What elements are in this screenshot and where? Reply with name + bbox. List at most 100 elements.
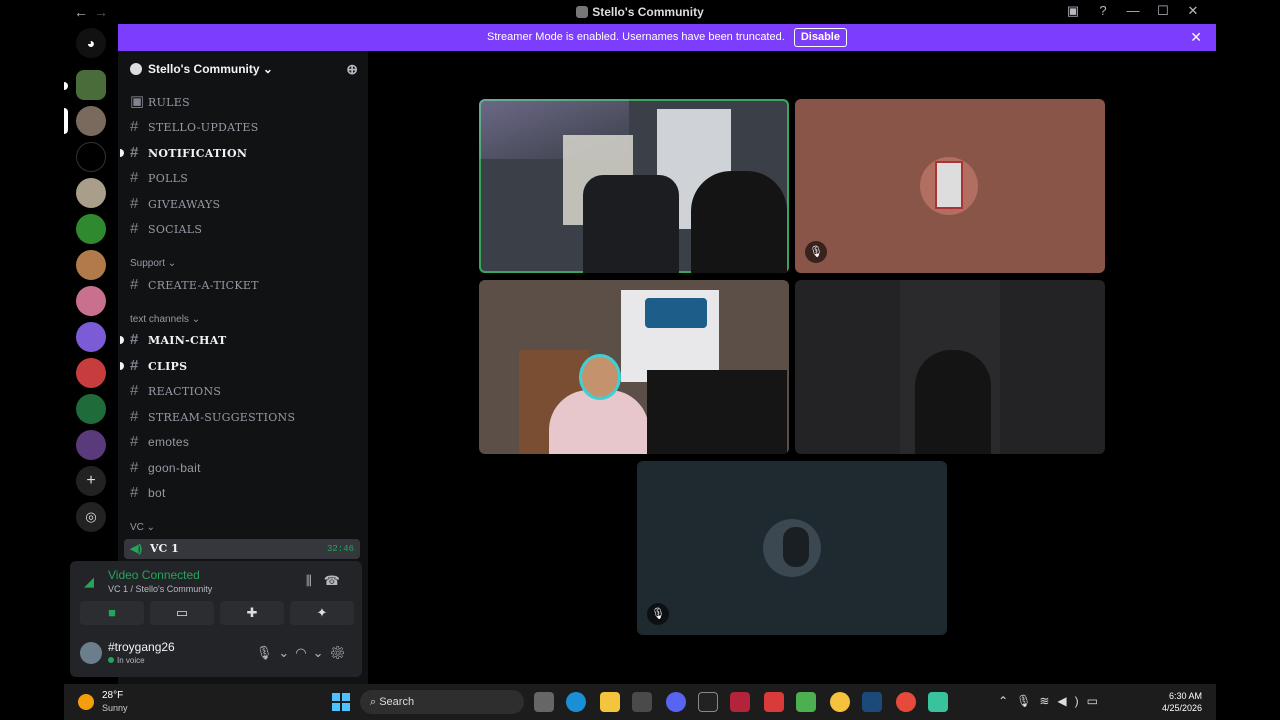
guild-icon [130, 63, 142, 75]
chevron-up-icon[interactable]: ⌃ [998, 694, 1016, 708]
windows-start-icon[interactable] [332, 693, 350, 711]
server-icon-5[interactable] [76, 214, 106, 244]
volume-icon[interactable]: ◀) [1057, 694, 1086, 708]
chevron-down-icon[interactable]: ⌄ [313, 645, 330, 660]
video-tile-4[interactable] [795, 280, 1105, 454]
store-icon[interactable] [632, 692, 652, 712]
video-tile-5[interactable]: 🎙 [637, 461, 947, 635]
app-icon-green[interactable] [928, 692, 948, 712]
channel-notification[interactable]: # NOTIFICATION [120, 141, 360, 165]
title-bar: ← → Stello's Community ▣? — ☐ ✕ [64, 0, 1216, 24]
maximize-icon[interactable]: ☐ [1148, 3, 1178, 19]
steam-icon[interactable] [862, 692, 882, 712]
username[interactable]: #troygang26 [108, 640, 175, 654]
chevron-down-icon[interactable]: ⌄ [278, 645, 295, 660]
minimize-icon[interactable]: — [1118, 3, 1148, 18]
channel-clips[interactable]: # CLIPS [120, 354, 360, 378]
hash-icon: # [130, 169, 139, 186]
close-icon[interactable]: ✕ [1178, 3, 1208, 19]
wifi-icon[interactable]: ≋ [1039, 694, 1057, 708]
channel-polls[interactable]: # POLLS [130, 166, 360, 190]
voice-status[interactable]: Video Connected [108, 568, 200, 582]
avatar [763, 519, 821, 577]
channel-giveaways[interactable]: # GIVEAWAYS [130, 192, 360, 216]
channel-main-chat[interactable]: # MAIN-CHAT [120, 328, 360, 352]
noise-suppression-icon[interactable]: ⫼ [306, 573, 324, 588]
rules-channel-icon: ▣ [130, 93, 145, 110]
invite-people-icon[interactable]: ⊕ [346, 61, 358, 78]
gear-icon[interactable]: ⚙ [329, 645, 352, 660]
video-tile-2[interactable]: 🎙 [795, 99, 1105, 273]
channel-socials[interactable]: # SOCIALS [130, 217, 360, 241]
app-icon-stripes[interactable] [764, 692, 784, 712]
channel-bot[interactable]: # bot [130, 481, 360, 505]
video-tile-1[interactable] [479, 99, 789, 273]
chrome-icon[interactable] [896, 692, 916, 712]
hash-icon: # [130, 484, 139, 501]
app-icon-yellow[interactable] [830, 692, 850, 712]
signal-icon[interactable]: ◢ [84, 574, 94, 590]
category-vc[interactable]: VC ⌄ [130, 522, 155, 533]
category-text-channels[interactable]: text channels ⌄ [130, 314, 200, 325]
voice-subtitle[interactable]: VC 1 / Stello's Community [108, 584, 212, 594]
camera-button[interactable]: ■ [80, 601, 144, 625]
channel-label: bot [148, 486, 166, 500]
server-icon-4[interactable] [76, 178, 106, 208]
avatar-image [783, 527, 809, 567]
add-server-icon[interactable]: + [76, 466, 106, 496]
logitech-icon[interactable] [698, 692, 718, 712]
video-tile-3[interactable] [479, 280, 789, 454]
channel-goon-bait[interactable]: # goon-bait [130, 456, 360, 480]
channel-rules[interactable]: ▣ RULES [130, 90, 360, 114]
taskview-icon[interactable] [534, 692, 554, 712]
server-icon-7[interactable] [76, 286, 106, 316]
user-panel: #troygang26 In voice 🎙⌄◠⌄⚙ [78, 637, 358, 673]
edge-icon[interactable] [566, 692, 586, 712]
channel-label: emotes [148, 435, 190, 449]
discover-icon[interactable]: ◎ [76, 502, 106, 532]
clock[interactable]: 6:30 AM 4/25/2026 [1162, 690, 1202, 714]
microphone-icon[interactable]: 🎙 [256, 645, 279, 660]
discord-taskbar-icon[interactable] [666, 692, 686, 712]
screenshare-button[interactable]: ▭ [150, 601, 214, 625]
date: 4/25/2026 [1161, 703, 1202, 713]
hash-icon: # [130, 220, 139, 237]
server-icon-6[interactable] [76, 250, 106, 280]
unread-pip [120, 336, 124, 344]
server-icon-2[interactable] [76, 106, 106, 136]
hash-icon: # [130, 331, 139, 348]
channel-stello-updates[interactable]: # STELLO-UPDATES [130, 115, 360, 139]
soundboard-button[interactable]: ✦ [290, 601, 354, 625]
taskbar-search[interactable]: ⌕ Search [360, 690, 524, 714]
disconnect-icon[interactable]: ☎ [324, 573, 352, 588]
guild-header[interactable]: Stello's Community ⌄ ⊕ [118, 51, 368, 87]
server-icon-1[interactable] [76, 70, 106, 100]
voice-channel-vc1[interactable]: ◀) VC 1 32:46 [124, 539, 360, 559]
activities-button[interactable]: ✚ [220, 601, 284, 625]
headphones-icon[interactable]: ◠ [295, 645, 312, 660]
disable-button[interactable]: Disable [793, 28, 847, 47]
server-icon-8[interactable] [76, 322, 106, 352]
help-icon[interactable]: ? [1088, 3, 1118, 18]
category-support[interactable]: Support ⌄ [130, 258, 176, 269]
avatar[interactable] [80, 642, 102, 664]
channel-create-a-ticket[interactable]: # CREATE-A-TICKET [130, 273, 360, 297]
server-icon-3[interactable] [76, 142, 106, 172]
user-status-text: In voice [117, 656, 145, 665]
category-label: VC ⌄ [130, 522, 156, 533]
server-icon-10[interactable] [76, 394, 106, 424]
app-icon-25[interactable] [796, 692, 816, 712]
channel-stream-suggestions[interactable]: # STREAM-SUGGESTIONS [130, 405, 360, 429]
channel-emotes[interactable]: # emotes [130, 430, 360, 454]
server-icon-11[interactable] [76, 430, 106, 460]
microphone-icon[interactable]: 🎙 [1016, 694, 1039, 708]
close-icon[interactable]: ✕ [1190, 24, 1202, 51]
server-icon-9[interactable] [76, 358, 106, 388]
app-icon-red[interactable] [730, 692, 750, 712]
inbox-icon[interactable]: ▣ [1058, 3, 1088, 19]
file-explorer-icon[interactable] [600, 692, 620, 712]
discord-home-icon[interactable]: ◕ [76, 28, 106, 58]
gaming-chair [583, 175, 679, 273]
channel-reactions[interactable]: # REACTIONS [130, 379, 360, 403]
battery-icon[interactable]: ▭ [1087, 694, 1106, 708]
